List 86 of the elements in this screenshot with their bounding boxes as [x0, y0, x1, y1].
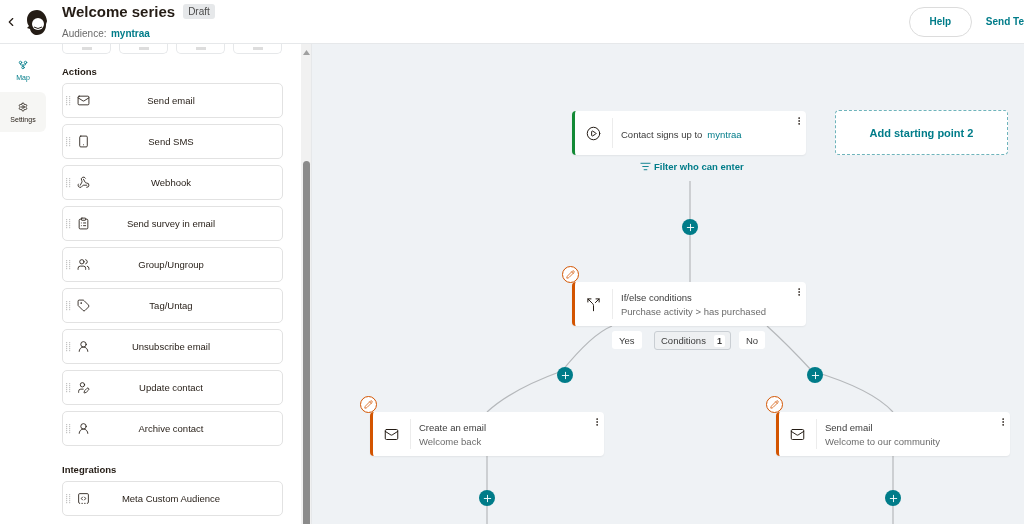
add-starting-point-button[interactable]: Add starting point 2 [835, 110, 1008, 155]
email-icon [77, 94, 90, 107]
action-item[interactable]: Group/Ungroup [62, 247, 283, 282]
tag-icon [77, 299, 90, 312]
edit-icon [562, 266, 579, 283]
logo-icon [24, 7, 50, 36]
action-item[interactable]: Tag/Untag [62, 288, 283, 323]
help-button[interactable]: Help [908, 6, 972, 37]
drag-handle-icon[interactable] [66, 300, 71, 311]
audience-link[interactable]: myntraa [110, 27, 150, 39]
drag-handle-icon[interactable] [66, 423, 71, 434]
plus-icon [481, 492, 493, 504]
step-card[interactable]: Create an email Welcome back [370, 412, 604, 456]
grip-icon [81, 47, 92, 50]
action-item[interactable]: Send SMS [62, 124, 283, 159]
action-item[interactable]: Unsubscribe email [62, 329, 283, 364]
group-icon [77, 258, 90, 271]
drag-handle-icon[interactable] [66, 382, 71, 393]
grip-icon [252, 47, 263, 50]
add-step-button[interactable] [807, 367, 823, 383]
edit-icon [766, 396, 783, 413]
sms-icon [77, 135, 90, 148]
audience-label: Audience: [62, 27, 107, 39]
scrollbar[interactable] [301, 44, 311, 524]
section-heading: Actions [62, 66, 98, 77]
conditions-button[interactable]: Conditions 1 [654, 331, 731, 350]
scroll-up-icon[interactable] [302, 50, 310, 55]
add-step-button[interactable] [557, 367, 573, 383]
drag-handle-icon[interactable] [66, 341, 71, 352]
step-card[interactable]: Send email Welcome to our community [776, 412, 1010, 456]
action-item[interactable]: Archive contact [62, 411, 283, 446]
branch-label: No [739, 331, 766, 349]
drag-handle-icon[interactable] [66, 136, 71, 147]
block-tile[interactable] [119, 44, 168, 54]
play-icon [586, 125, 601, 141]
status-badge: Draft [183, 3, 215, 19]
mail-icon [790, 426, 805, 442]
step-card[interactable]: If/else conditions Purchase activity > has purchased [572, 282, 806, 326]
action-item[interactable]: Send survey in email [62, 206, 283, 241]
grip-icon [195, 47, 206, 50]
update-icon [77, 381, 90, 394]
action-item[interactable]: Meta Custom Audience [62, 481, 283, 516]
step-title: Contact signs up to [621, 129, 703, 140]
map-icon [18, 59, 28, 70]
step-subtitle: Welcome back [419, 435, 482, 447]
person-icon [77, 422, 90, 435]
drag-handle-icon[interactable] [66, 259, 71, 270]
send-test-link[interactable]: Send Te [985, 16, 1024, 27]
grip-icon [138, 47, 149, 50]
block-tile[interactable] [233, 44, 282, 54]
step-subtitle: Purchase activity > has purchased [621, 305, 766, 317]
action-item[interactable]: Webhook [62, 165, 283, 200]
add-step-button[interactable] [885, 490, 901, 506]
drag-handle-icon[interactable] [66, 493, 71, 504]
block-tile[interactable] [176, 44, 225, 54]
person-icon [77, 340, 90, 353]
plus-icon [887, 492, 899, 504]
add-step-button[interactable] [479, 490, 495, 506]
drag-handle-icon[interactable] [66, 95, 71, 106]
add-step-button[interactable] [682, 219, 698, 235]
step-title: Send email [825, 421, 873, 433]
drag-handle-icon[interactable] [66, 177, 71, 188]
action-item[interactable]: Send email [62, 83, 283, 118]
step-card[interactable]: Contact signs up to myntraa [572, 111, 806, 155]
section-heading: Integrations [62, 464, 118, 475]
meta-icon [77, 492, 90, 505]
drag-handle-icon[interactable] [66, 218, 71, 229]
block-tile[interactable] [62, 44, 111, 54]
step-title: If/else conditions [621, 291, 692, 303]
mail-icon [384, 426, 399, 442]
step-title: Create an email [419, 421, 487, 433]
survey-icon [77, 217, 90, 230]
split-icon [586, 296, 601, 312]
plus-icon [684, 221, 696, 233]
webhook-icon [77, 176, 90, 189]
branch-label: Yes [612, 331, 642, 349]
audience-link[interactable]: myntraa [707, 129, 742, 140]
page-title: Welcome series [62, 2, 176, 20]
plus-icon [809, 369, 821, 381]
edit-icon [360, 396, 377, 413]
action-item[interactable]: Update contact [62, 370, 283, 405]
filter-link[interactable]: Filter who can enter [640, 161, 744, 172]
plus-icon [559, 369, 571, 381]
filter-icon [640, 161, 651, 172]
settings-icon [18, 101, 28, 112]
step-subtitle: Welcome to our community [825, 435, 940, 447]
